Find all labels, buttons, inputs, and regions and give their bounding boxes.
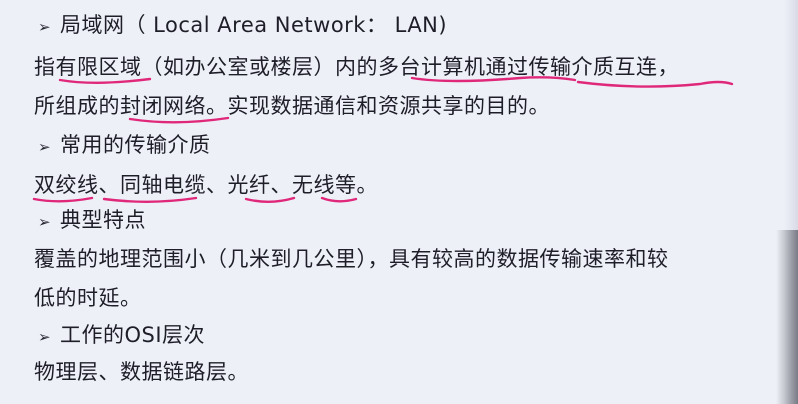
media-list: 双绞线、同轴电缆、光纤、无线等。 [34, 168, 378, 202]
media-coaxial: 同轴电缆 [120, 173, 206, 197]
text-seg: （如办公室或楼层）内的 [141, 55, 378, 79]
media-wireless: 无线 [292, 173, 335, 197]
features-heading-text: 典型特点 [60, 208, 146, 232]
underlined-closed-network: 封闭网络 [120, 94, 206, 118]
bullet-arrow-icon: ➢ [38, 18, 52, 36]
features-line2: 低的时延。 [34, 286, 142, 310]
text-seg: 所组成的 [34, 94, 120, 118]
osi-heading-text: 工作的OSI层次 [60, 323, 206, 347]
underlined-media-interconnect: 传输介质互连 [528, 55, 658, 79]
media-fiber: 光纤 [227, 173, 271, 197]
features-heading: ➢ 典型特点 [38, 203, 146, 237]
presenter-shadow [776, 230, 798, 404]
bullet-arrow-icon: ➢ [38, 138, 52, 156]
underlined-limited-area: 有限区域 [55, 55, 142, 79]
separator: 、 [270, 173, 292, 197]
media-twisted-pair: 双绞线 [34, 173, 99, 197]
text-seg: 。实现数据通信和资源共享的目的。 [206, 94, 550, 118]
text-seg: 等。 [335, 173, 378, 197]
underlined-multiple-computers: 多台计算机 [378, 55, 486, 79]
text-seg: 通过 [485, 55, 529, 79]
lan-definition-line2: 所组成的封闭网络。实现数据通信和资源共享的目的。 [34, 89, 550, 123]
slide: ➢ 局域网（ Local Area Network： LAN) 指有限区域（如办公… [0, 0, 798, 404]
lan-definition-line1: 指有限区域（如办公室或楼层）内的多台计算机通过传输介质互连， [34, 50, 679, 84]
separator: 、 [206, 173, 228, 197]
lan-heading: ➢ 局域网（ Local Area Network： LAN) [38, 8, 447, 42]
media-heading: ➢ 常用的传输介质 [38, 128, 211, 162]
text-seg: 指 [34, 55, 56, 79]
features-line1: 覆盖的地理范围小（几米到几公里），具有较高的数据传输速率和较 [34, 247, 669, 271]
separator: 、 [98, 173, 120, 197]
text-seg: ， [657, 55, 679, 79]
bullet-arrow-icon: ➢ [38, 328, 52, 346]
media-heading-text: 常用的传输介质 [60, 133, 211, 157]
lan-heading-text: 局域网（ Local Area Network： LAN) [60, 13, 448, 37]
bullet-arrow-icon: ➢ [38, 213, 52, 231]
osi-line1: 物理层、数据链路层。 [34, 360, 249, 384]
osi-heading: ➢ 工作的OSI层次 [38, 318, 205, 352]
